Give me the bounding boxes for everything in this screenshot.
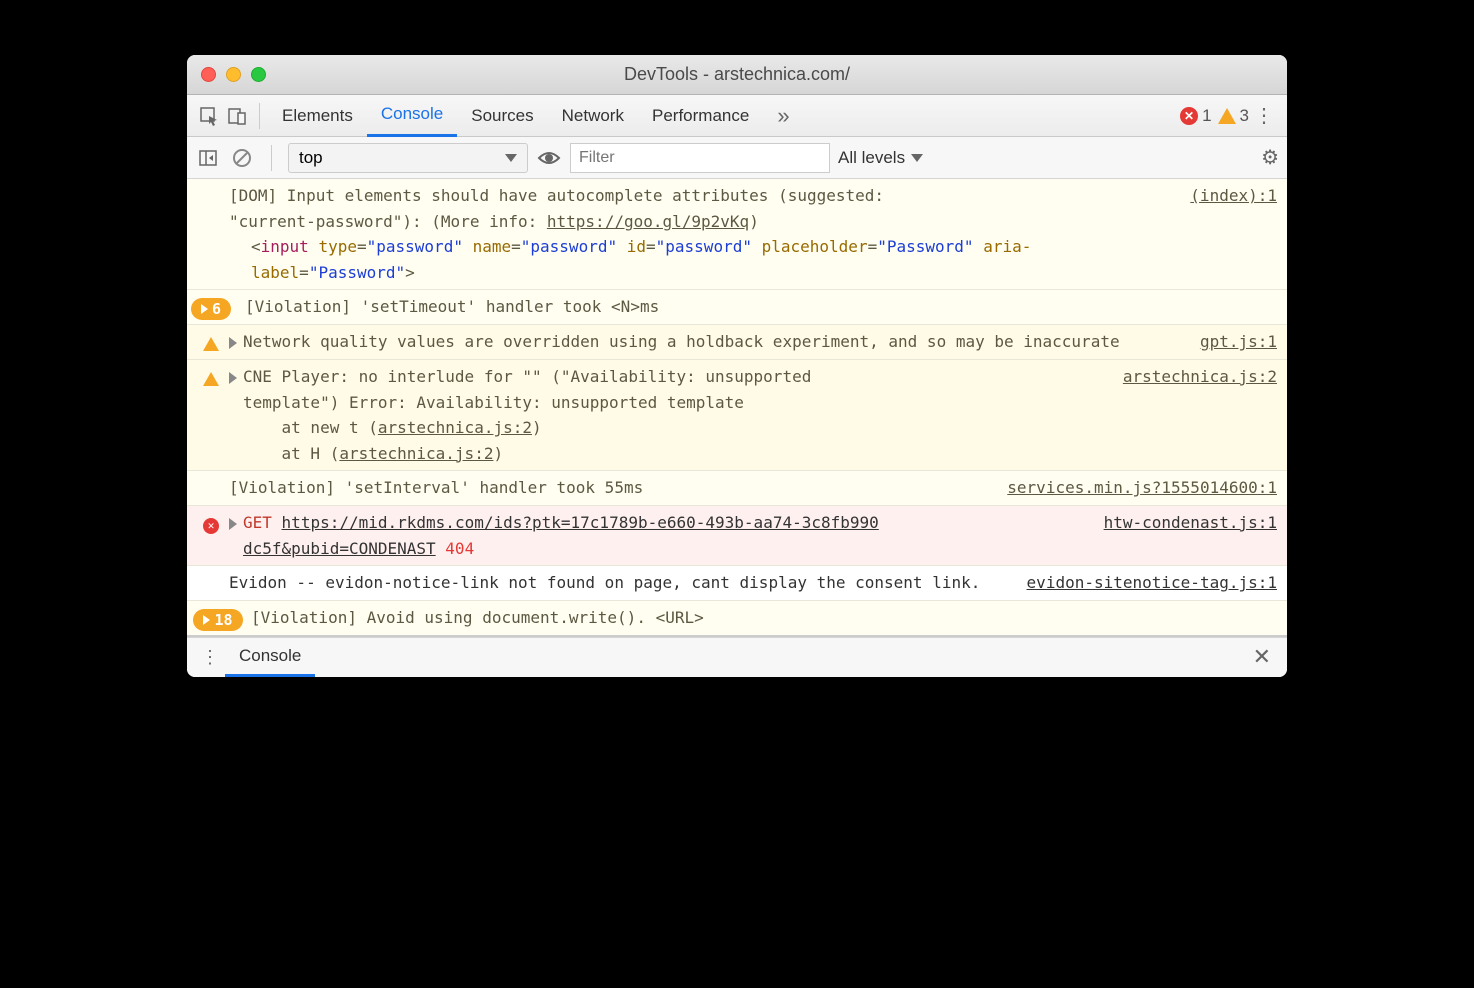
sidebar-toggle-icon[interactable] [195, 145, 221, 171]
log-text: [Violation] 'setInterval' handler took 5… [229, 478, 643, 497]
log-levels-selector[interactable]: All levels [838, 148, 923, 168]
more-tabs-button[interactable]: » [763, 95, 803, 137]
drawer-menu-icon[interactable]: ⋮ [195, 647, 225, 668]
expand-icon[interactable] [229, 337, 237, 349]
repeat-count-badge[interactable]: 18 [193, 609, 242, 631]
request-url-link[interactable]: https://mid.rkdms.com/ids?ptk=17c1789b-e… [282, 513, 879, 532]
source-link[interactable]: evidon-sitenotice-tag.js:1 [1017, 570, 1277, 596]
tab-performance[interactable]: Performance [638, 95, 763, 137]
tab-console[interactable]: Console [367, 95, 457, 137]
clear-console-icon[interactable] [229, 145, 255, 171]
kebab-menu-icon[interactable]: ⋮ [1249, 103, 1279, 128]
log-row[interactable]: [DOM] Input elements should have autocom… [187, 179, 1287, 290]
drawer: ⋮ Console ✕ [187, 637, 1287, 677]
expand-icon[interactable] [229, 518, 237, 530]
log-row[interactable]: Network quality values are overridden us… [187, 325, 1287, 360]
devtools-window: DevTools - arstechnica.com/ Elements Con… [187, 55, 1287, 677]
settings-icon[interactable]: ⚙ [1261, 145, 1279, 170]
log-text: Evidon -- evidon-notice-link not found o… [229, 573, 980, 592]
expand-icon[interactable] [229, 372, 237, 384]
filter-input[interactable] [570, 143, 830, 173]
tab-elements[interactable]: Elements [268, 95, 367, 137]
log-text: [DOM] Input elements should have autocom… [229, 186, 884, 205]
expand-icon [201, 304, 208, 314]
source-link[interactable]: gpt.js:1 [1190, 329, 1277, 355]
tab-network[interactable]: Network [548, 95, 638, 137]
source-link[interactable]: arstechnica.js:2 [378, 418, 532, 437]
error-count: 1 [1202, 106, 1211, 126]
close-drawer-icon[interactable]: ✕ [1245, 644, 1279, 670]
error-icon: ✕ [1180, 107, 1198, 125]
context-value: top [299, 148, 323, 168]
expand-icon [203, 615, 210, 625]
source-link[interactable]: htw-condenast.js:1 [1094, 510, 1277, 536]
source-link[interactable]: services.min.js?1555014600:1 [997, 475, 1277, 501]
warning-count: 3 [1240, 106, 1249, 126]
drawer-tab-console[interactable]: Console [225, 637, 315, 677]
log-text: Network quality values are overridden us… [243, 329, 1120, 355]
eye-icon[interactable] [536, 145, 562, 171]
window-title: DevTools - arstechnica.com/ [187, 64, 1287, 85]
warning-icon [1218, 108, 1236, 124]
error-icon: ✕ [203, 518, 219, 534]
context-selector[interactable]: top [288, 143, 528, 173]
chevron-down-icon [911, 154, 923, 162]
log-row[interactable]: ✕ GET https://mid.rkdms.com/ids?ptk=17c1… [187, 506, 1287, 566]
info-link[interactable]: https://goo.gl/9p2vKq [547, 212, 749, 231]
source-link[interactable]: arstechnica.js:2 [1113, 364, 1277, 466]
log-text: [Violation] 'setTimeout' handler took <N… [245, 297, 659, 316]
log-row[interactable]: CNE Player: no interlude for "" ("Availa… [187, 360, 1287, 471]
log-row[interactable]: [Violation] 'setInterval' handler took 5… [187, 471, 1287, 506]
inspect-icon[interactable] [195, 102, 223, 130]
issue-counts[interactable]: ✕1 3 [1180, 106, 1249, 126]
status-code: 404 [445, 539, 474, 558]
log-row[interactable]: 6 [Violation] 'setTimeout' handler took … [187, 290, 1287, 325]
tab-sources[interactable]: Sources [457, 95, 547, 137]
source-link[interactable]: (index):1 [1180, 183, 1277, 285]
levels-label: All levels [838, 148, 905, 168]
warning-icon [203, 372, 219, 386]
device-toggle-icon[interactable] [223, 102, 251, 130]
panel-tabs: Elements Console Sources Network Perform… [187, 95, 1287, 137]
log-row[interactable]: 18 [Violation] Avoid using document.writ… [187, 601, 1287, 637]
log-text: [Violation] Avoid using document.write()… [251, 608, 704, 627]
warning-icon [203, 337, 219, 351]
log-row[interactable]: Evidon -- evidon-notice-link not found o… [187, 566, 1287, 601]
titlebar: DevTools - arstechnica.com/ [187, 55, 1287, 95]
console-toolbar: top All levels ⚙ [187, 137, 1287, 179]
source-link[interactable]: arstechnica.js:2 [339, 444, 493, 463]
chevron-down-icon [505, 154, 517, 162]
console-output: [DOM] Input elements should have autocom… [187, 179, 1287, 637]
